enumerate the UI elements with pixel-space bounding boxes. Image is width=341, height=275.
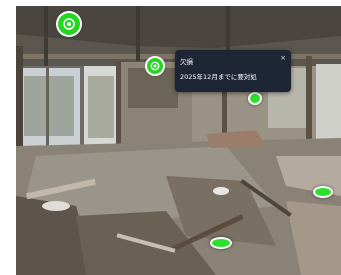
defect-tooltip: 欠損 × 2025年12月までに要対処 — [175, 50, 291, 92]
floor-marker-2[interactable] — [313, 186, 333, 198]
camera-hotspot-2[interactable] — [147, 58, 163, 74]
tooltip-body: 2025年12月までに要対処 — [180, 73, 257, 81]
screenshot-frame: 欠損 × 2025年12月までに要対処 — [0, 0, 341, 275]
panorama-viewer[interactable]: 欠損 × 2025年12月までに要対処 — [16, 6, 341, 275]
tooltip-title: 欠損 — [180, 58, 193, 66]
floor-marker-1[interactable] — [248, 92, 262, 105]
camera-icon — [63, 18, 75, 30]
panorama-scene — [16, 6, 341, 275]
floor-marker-3[interactable] — [210, 237, 232, 249]
camera-hotspot-1[interactable] — [58, 13, 80, 35]
camera-icon — [150, 61, 160, 71]
close-icon[interactable]: × — [280, 54, 286, 62]
